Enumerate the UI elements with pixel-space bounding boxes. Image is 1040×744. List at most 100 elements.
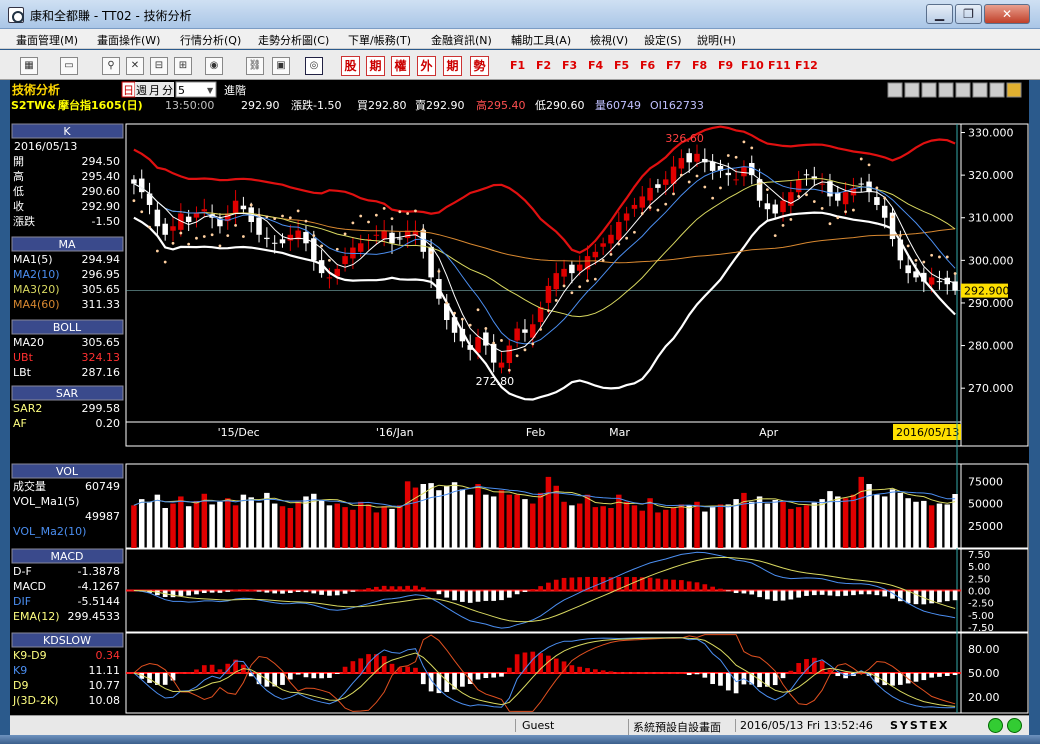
- kd-histogram-bar: [350, 661, 356, 674]
- f10-button[interactable]: F10: [741, 59, 764, 72]
- logo-icon[interactable]: ◎: [305, 57, 323, 75]
- search-icon[interactable]: ⚲: [102, 57, 120, 75]
- sar-dot: [515, 354, 519, 358]
- link-icon[interactable]: ⛓: [246, 57, 264, 75]
- tab-minute[interactable]: 分: [162, 84, 173, 97]
- candle-down: [835, 192, 841, 201]
- f7-button[interactable]: F7: [666, 59, 681, 72]
- f9-button[interactable]: F9: [718, 59, 733, 72]
- quote-oi: OI162733: [650, 99, 704, 112]
- volume-bar: [459, 489, 466, 548]
- globe-icon[interactable]: ◉: [205, 57, 223, 75]
- candle-down: [303, 232, 309, 244]
- monitor-icon[interactable]: ▭: [60, 57, 78, 75]
- sar-dot: [703, 185, 707, 189]
- layout-icon[interactable]: ▦: [20, 57, 38, 75]
- window-icon[interactable]: ▣: [272, 57, 290, 75]
- volume-bar: [483, 494, 489, 548]
- macd-histogram-bar: [350, 590, 356, 592]
- macd-histogram-bar: [780, 590, 786, 601]
- menu-tools[interactable]: 輔助工具(A): [511, 32, 571, 48]
- macd-histogram-bar: [522, 590, 528, 592]
- f11-button[interactable]: F11: [768, 59, 791, 72]
- menu-view[interactable]: 檢視(V): [590, 32, 628, 48]
- kd-histogram-bar: [937, 673, 942, 677]
- candle-up: [373, 234, 380, 236]
- kd-histogram-bar: [647, 672, 653, 674]
- menu-trend-chart[interactable]: 走勢分析圖(C): [258, 32, 329, 48]
- f8-button[interactable]: F8: [692, 59, 707, 72]
- f1-button[interactable]: F1: [510, 59, 525, 72]
- stock-button[interactable]: 股: [341, 56, 360, 76]
- f12-button[interactable]: F12: [795, 59, 818, 72]
- volume-bar: [921, 500, 927, 548]
- ma-row-label: MA1(5): [13, 253, 53, 266]
- macd-histogram-bar: [303, 590, 309, 593]
- minimize-button[interactable]: ▁: [926, 4, 953, 24]
- volume-bar: [756, 496, 763, 548]
- futures2-button[interactable]: 期: [443, 56, 462, 76]
- volume-bar: [717, 504, 724, 548]
- futures-button[interactable]: 期: [366, 56, 385, 76]
- sar-dot: [296, 209, 300, 213]
- f3-button[interactable]: F3: [562, 59, 577, 72]
- tab-month[interactable]: 月: [149, 84, 160, 97]
- sar-dot: [570, 291, 574, 295]
- macd-histogram-bar: [913, 590, 919, 605]
- menu-quote-analysis[interactable]: 行情分析(Q): [180, 32, 241, 48]
- f6-button[interactable]: F6: [640, 59, 655, 72]
- os-taskbar: [0, 735, 1040, 744]
- vol-row-value: 60749: [85, 480, 120, 493]
- boll-row-value: 324.13: [82, 351, 121, 364]
- volume-bar: [490, 496, 497, 548]
- split-v-icon[interactable]: ⊞: [174, 57, 192, 75]
- technical-chart[interactable]: 技術分析 日 週 月 分 5 ▼ 進階 S2TW& 摩台指1605(日) 13:…: [10, 80, 1029, 715]
- restore-button[interactable]: ❐: [955, 4, 982, 24]
- f5-button[interactable]: F5: [614, 59, 629, 72]
- menu-financial-info[interactable]: 金融資訊(N): [431, 32, 492, 48]
- f2-button[interactable]: F2: [536, 59, 551, 72]
- menu-screen-manage[interactable]: 畫面管理(M): [16, 32, 78, 48]
- macd-row-label: MACD: [13, 580, 46, 593]
- dropdown-icon[interactable]: ▼: [207, 86, 214, 95]
- volume-bar: [874, 494, 880, 548]
- kd-row-value: 10.77: [89, 679, 121, 692]
- close-button[interactable]: ✕: [984, 4, 1030, 24]
- status-datetime: 2016/05/13 Fri 13:52:46: [735, 719, 873, 732]
- macd-histogram-bar: [577, 577, 583, 591]
- split-h-icon[interactable]: ⊟: [150, 57, 168, 75]
- volume-bar: [170, 503, 176, 548]
- menu-order-account[interactable]: 下單/帳務(T): [348, 32, 411, 48]
- menu-help[interactable]: 說明(H): [697, 32, 736, 48]
- ma-title: MA: [58, 238, 75, 251]
- advanced-button[interactable]: 進階: [224, 83, 246, 97]
- sar-dot: [429, 251, 433, 255]
- volume-bar: [248, 497, 254, 548]
- period-select[interactable]: 5: [178, 84, 185, 97]
- price-tick-label: 330.000: [968, 127, 1014, 140]
- volume-bar: [365, 504, 372, 548]
- kd-row-value: 11.11: [89, 664, 121, 677]
- menu-screen-operate[interactable]: 畫面操作(W): [97, 32, 160, 48]
- sar-dot: [758, 182, 761, 186]
- sar-dot: [476, 308, 480, 312]
- tab-day[interactable]: 日: [123, 84, 134, 97]
- volume-bar: [889, 489, 896, 548]
- candle-down: [522, 329, 528, 333]
- trend-button[interactable]: 勢: [470, 56, 489, 76]
- candle-down: [279, 239, 286, 244]
- macd-histogram-bar: [843, 590, 848, 596]
- options-button[interactable]: 權: [391, 56, 410, 76]
- volume-bar: [295, 501, 301, 548]
- menu-settings[interactable]: 設定(S): [644, 32, 682, 48]
- kd-histogram-bar: [819, 660, 825, 674]
- sar-dot: [820, 206, 824, 210]
- volume-bar: [138, 499, 145, 548]
- f4-button[interactable]: F4: [588, 59, 603, 72]
- foreign-button[interactable]: 外: [417, 56, 436, 76]
- volume-bar: [342, 507, 348, 548]
- vol-title: VOL: [56, 465, 79, 478]
- close-window-icon[interactable]: ✕: [126, 57, 144, 75]
- tab-week[interactable]: 週: [136, 84, 147, 97]
- cursor-date-label: 2016/05/13: [896, 426, 959, 439]
